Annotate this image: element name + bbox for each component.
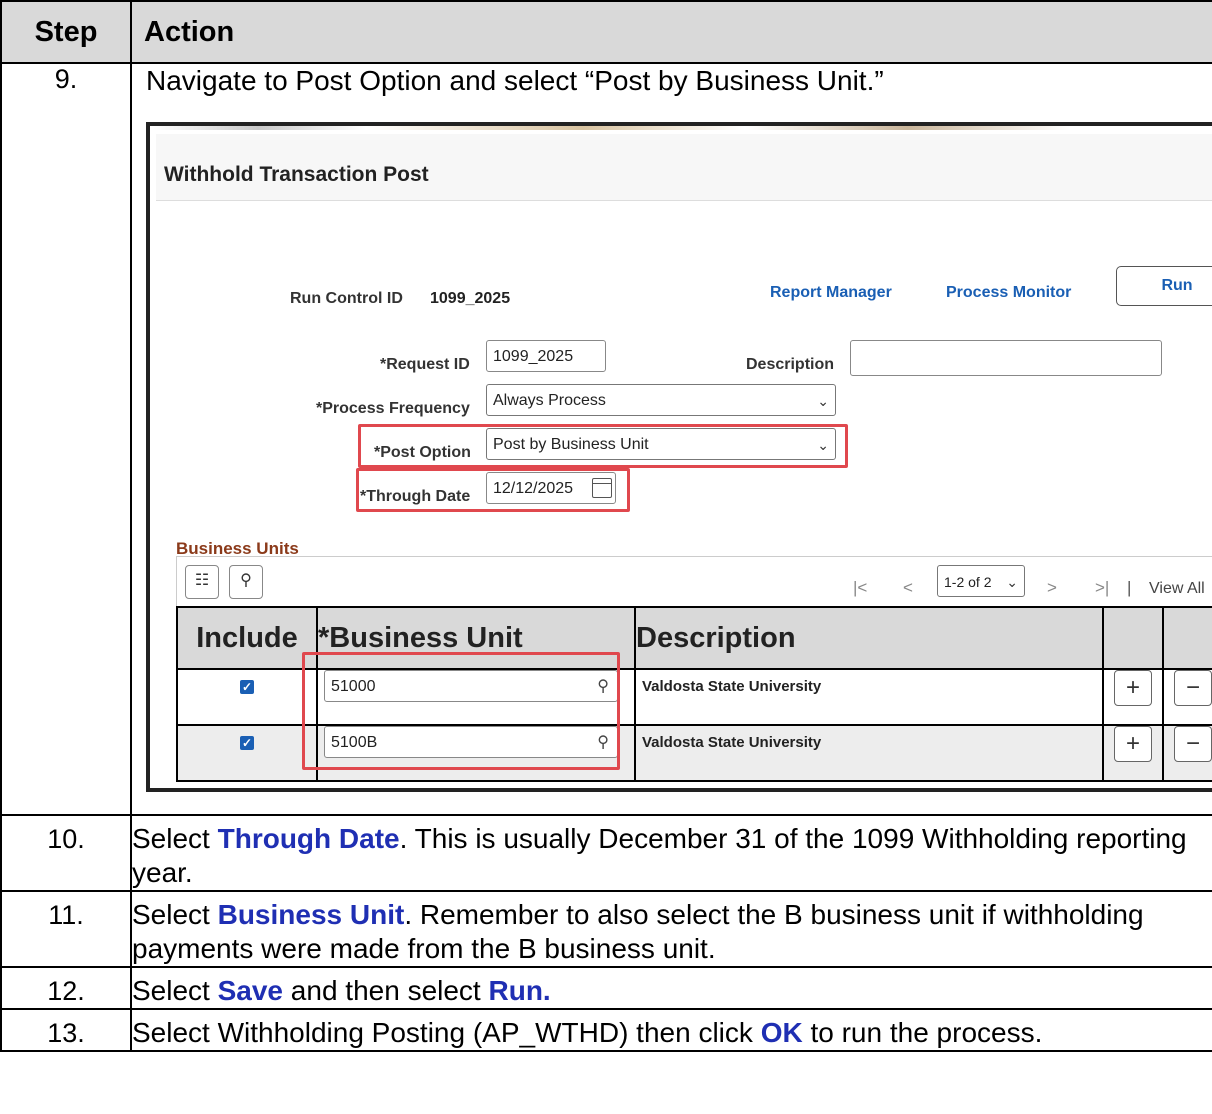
step-text: to run the process. — [802, 1017, 1043, 1048]
keyword-ok: OK — [760, 1017, 803, 1048]
process-frequency-value: Always Process — [493, 392, 606, 409]
step-number: 13. — [0, 1008, 132, 1052]
request-id-input[interactable]: 1099_2025 — [486, 340, 606, 372]
last-page-icon[interactable]: >| — [1095, 571, 1109, 605]
post-option-value: Post by Business Unit — [493, 436, 649, 453]
step-number: 10. — [0, 814, 132, 892]
run-button[interactable]: Run — [1116, 266, 1212, 306]
chevron-down-icon: ⌄ — [817, 437, 829, 453]
page-title: Withhold Transaction Post — [164, 163, 429, 186]
request-id-label: *Request ID — [380, 356, 470, 373]
add-cell: + — [1102, 724, 1164, 782]
calendar-icon[interactable] — [592, 478, 612, 498]
keyword-business-unit: Business Unit — [217, 899, 405, 930]
pagination-select[interactable]: 1-2 of 2 ⌄ — [937, 565, 1025, 597]
chevron-down-icon: ⌄ — [1006, 574, 1018, 590]
business-unit-highlight — [302, 652, 620, 770]
add-column-header — [1102, 606, 1164, 670]
process-frequency-select[interactable]: Always Process ⌄ — [486, 384, 836, 416]
steps-table: Step Action 9. Navigate to Post Option a… — [0, 0, 1212, 1052]
step-number: 9. — [0, 62, 132, 816]
process-frequency-label: *Process Frequency — [316, 400, 470, 417]
header-decoration — [150, 126, 1212, 130]
description-label: Description — [746, 356, 835, 373]
keyword-run: Run. — [488, 975, 551, 1006]
include-checkbox[interactable]: ✓ — [240, 680, 254, 694]
step-action: Select Withholding Posting (AP_WTHD) the… — [130, 1008, 1212, 1052]
include-cell: ✓ — [176, 724, 318, 782]
remove-row-button[interactable]: − — [1174, 726, 1212, 762]
header-row: Step Action — [0, 0, 1212, 64]
toolbar-divider: | — [1127, 578, 1132, 597]
include-cell: ✓ — [176, 668, 318, 726]
step-number: 11. — [0, 890, 132, 968]
step-row-12: 12. Select Save and then select Run. — [0, 966, 1212, 1010]
description-column-header: Description — [634, 606, 1104, 670]
through-date-label: *Through Date — [360, 488, 471, 505]
remove-cell: − — [1162, 724, 1212, 782]
add-row-button[interactable]: + — [1114, 726, 1152, 762]
step-row-11: 11. Select Business Unit. Remember to al… — [0, 890, 1212, 968]
pagination-value: 1-2 of 2 — [944, 574, 992, 590]
step-text: Select Withholding Posting (AP_WTHD) the… — [132, 1017, 761, 1048]
view-all-link[interactable]: View All — [1149, 572, 1205, 606]
step-text: Select — [132, 823, 218, 854]
step-action: Navigate to Post Option and select “Post… — [130, 62, 1212, 816]
add-row-button[interactable]: + — [1114, 670, 1152, 706]
step-action: Select Through Date. This is usually Dec… — [130, 814, 1212, 892]
next-page-icon[interactable]: > — [1047, 571, 1057, 605]
run-control-label: Run Control ID — [290, 290, 403, 307]
description-cell: Valdosta State University — [634, 724, 1104, 782]
run-control-value: 1099_2025 — [430, 290, 511, 307]
post-option-select[interactable]: Post by Business Unit ⌄ — [486, 428, 836, 460]
remove-row-button[interactable]: − — [1174, 670, 1212, 706]
first-page-icon[interactable]: |< — [853, 571, 867, 605]
include-checkbox[interactable]: ✓ — [240, 736, 254, 750]
step-row-9: 9. Navigate to Post Option and select “P… — [0, 62, 1212, 816]
add-cell: + — [1102, 668, 1164, 726]
step-action: Select Save and then select Run. — [130, 966, 1212, 1010]
keyword-through-date: Through Date — [217, 823, 400, 854]
step-text: Select — [132, 975, 218, 1006]
instruction-document: Step Action 9. Navigate to Post Option a… — [0, 0, 1212, 1114]
remove-column-header — [1162, 606, 1212, 670]
step-row-10: 10. Select Through Date. This is usually… — [0, 814, 1212, 892]
step-text: and then select — [283, 975, 489, 1006]
step-number: 12. — [0, 966, 132, 1010]
step-text: Navigate to Post Option and select “Post… — [146, 65, 884, 96]
remove-cell: − — [1162, 668, 1212, 726]
keyword-save: Save — [217, 975, 284, 1006]
through-date-value: 12/12/2025 — [493, 480, 574, 497]
chevron-down-icon: ⌄ — [817, 393, 829, 409]
step-text: Select — [132, 899, 218, 930]
page-title-bar: Withhold Transaction Post — [156, 134, 1212, 201]
screenshot-withhold-transaction-post: Withhold Transaction Post Run Control ID… — [146, 122, 1212, 792]
search-icon[interactable]: ⚲ — [229, 565, 263, 599]
post-option-label: *Post Option — [374, 444, 471, 461]
action-column-header: Action — [130, 0, 1212, 64]
grid-toolbar: ☷ ⚲ |< < 1-2 of 2 ⌄ > >| | View All — [176, 556, 1212, 607]
process-monitor-link[interactable]: Process Monitor — [946, 276, 1071, 310]
description-cell: Valdosta State University — [634, 668, 1104, 726]
description-input[interactable] — [850, 340, 1162, 376]
step-row-13: 13. Select Withholding Posting (AP_WTHD)… — [0, 1008, 1212, 1052]
previous-page-icon[interactable]: < — [903, 571, 913, 605]
step-column-header: Step — [0, 0, 132, 64]
step-action: Select Business Unit. Remember to also s… — [130, 890, 1212, 968]
report-manager-link[interactable]: Report Manager — [770, 276, 892, 310]
personalize-grid-icon[interactable]: ☷ — [185, 565, 219, 599]
include-column-header: Include — [176, 606, 318, 670]
